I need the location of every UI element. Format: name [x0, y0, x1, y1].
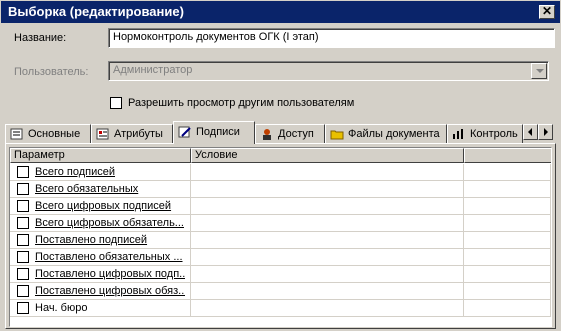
table-row[interactable]: Нач. бюро	[10, 300, 551, 317]
tab-attributes-label: Атрибуты	[114, 128, 163, 140]
control-icon	[452, 128, 466, 140]
attributes-icon	[96, 128, 110, 140]
user-combobox[interactable]: Администратор	[108, 61, 549, 81]
row-checkbox[interactable]	[17, 268, 29, 280]
user-label: Пользователь:	[14, 66, 89, 78]
tab-signatures-label: Подписи	[196, 125, 240, 138]
tab-access[interactable]: Доступ	[255, 124, 325, 143]
table-row[interactable]: Поставлено цифровых обяз...	[10, 283, 551, 300]
chevron-down-icon[interactable]	[531, 63, 547, 79]
column-header-condition[interactable]: Условие	[191, 148, 464, 163]
column-header-extra[interactable]	[464, 148, 551, 163]
parameter-link[interactable]: Поставлено цифровых подп...	[35, 268, 185, 280]
table-row[interactable]: Всего цифровых обязатель...	[10, 215, 551, 232]
parameter-link[interactable]: Поставлено подписей	[35, 234, 185, 246]
tab-control-label: Контроль	[470, 128, 518, 140]
row-checkbox[interactable]	[17, 234, 29, 246]
tab-strip: Основные Атрибуты Подписи Доступ Файлы д…	[5, 121, 554, 144]
name-field[interactable]: Нормоконтроль документов ОГК (I этап)	[108, 28, 555, 48]
table-row[interactable]: Всего подписей	[10, 164, 551, 181]
table-row[interactable]: Всего цифровых подписей	[10, 198, 551, 215]
column-header-parameter[interactable]: Параметр	[10, 148, 191, 163]
parameter-link[interactable]: Поставлено цифровых обяз...	[35, 285, 185, 297]
tab-access-label: Доступ	[278, 128, 314, 140]
tab-attributes[interactable]: Атрибуты	[91, 124, 173, 143]
parameter-link[interactable]: Всего обязательных	[35, 183, 185, 195]
tab-signatures[interactable]: Подписи	[173, 121, 255, 144]
row-checkbox[interactable]	[17, 285, 29, 297]
table-row[interactable]: Поставлено цифровых подп...	[10, 266, 551, 283]
parameter-link[interactable]: Всего подписей	[35, 166, 185, 178]
parameter-link[interactable]: Поставлено обязательных ...	[35, 251, 185, 263]
tab-scroll-right-icon[interactable]	[538, 124, 553, 140]
folder-icon	[330, 128, 344, 140]
title-bar[interactable]: Выборка (редактирование) ✕	[1, 1, 560, 23]
table-row[interactable]: Поставлено подписей	[10, 232, 551, 249]
tab-files[interactable]: Файлы документа	[325, 124, 447, 143]
access-icon	[260, 128, 274, 140]
name-label: Название:	[14, 32, 67, 44]
allow-view-label: Разрешить просмотр другим пользователям	[128, 97, 355, 109]
table-row[interactable]: Поставлено обязательных ...	[10, 249, 551, 266]
tab-files-label: Файлы документа	[348, 128, 440, 140]
main-icon	[10, 128, 24, 140]
allow-view-checkbox[interactable]	[110, 97, 122, 109]
tab-main-label: Основные	[28, 128, 81, 140]
row-checkbox[interactable]	[17, 183, 29, 195]
row-checkbox[interactable]	[17, 166, 29, 178]
close-icon: ✕	[541, 4, 553, 18]
tab-scroll-left-icon[interactable]	[523, 124, 538, 140]
table-row[interactable]: Всего обязательных	[10, 181, 551, 198]
close-button[interactable]: ✕	[539, 5, 555, 19]
window-title: Выборка (редактирование)	[8, 4, 184, 19]
row-checkbox[interactable]	[17, 217, 29, 229]
row-checkbox[interactable]	[17, 200, 29, 212]
signatures-grid[interactable]: Параметр Условие Всего подписей Всего об…	[9, 147, 552, 327]
row-checkbox[interactable]	[17, 302, 29, 314]
row-checkbox[interactable]	[17, 251, 29, 263]
user-value: Администратор	[113, 64, 193, 76]
tab-control[interactable]: Контроль	[447, 124, 523, 143]
parameter-link[interactable]: Всего цифровых обязатель...	[35, 217, 185, 229]
tab-main[interactable]: Основные	[5, 124, 91, 143]
parameter-link[interactable]: Всего цифровых подписей	[35, 200, 185, 212]
parameter-text[interactable]: Нач. бюро	[35, 302, 185, 314]
dialog-window: Выборка (редактирование) ✕ Название: Нор…	[0, 0, 561, 331]
signatures-icon	[178, 126, 192, 138]
